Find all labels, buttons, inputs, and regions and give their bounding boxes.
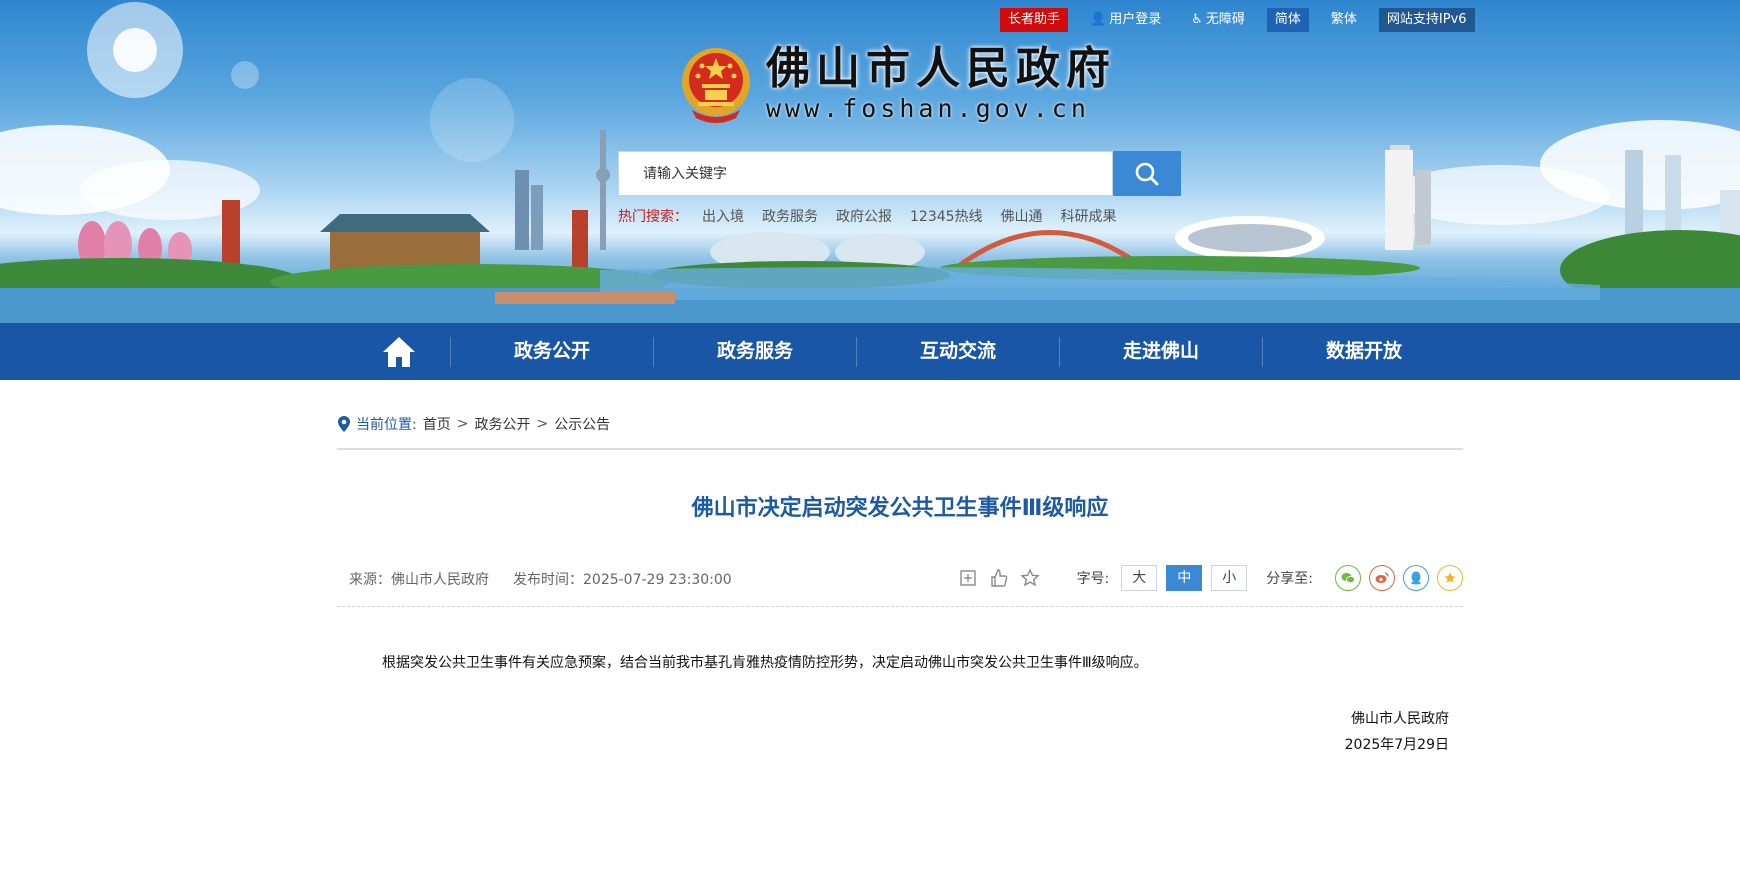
breadcrumb-divider xyxy=(337,448,1463,450)
share-label: 分享至: xyxy=(1266,571,1313,587)
header-banner: 长者助手 👤 用户登录 ♿ 无障碍 简体 繁体 网站支持IPv6 佛山市人民政府… xyxy=(0,0,1740,323)
nav-item-gov-affairs-open[interactable]: 政务公开 xyxy=(451,323,653,380)
font-size-large-button[interactable]: 大 xyxy=(1121,565,1158,591)
star-icon[interactable] xyxy=(1019,568,1040,588)
hot-search-label: 热门搜索： xyxy=(618,209,688,225)
hot-search-item[interactable]: 出入境 xyxy=(702,206,744,226)
hot-search-item[interactable]: 佛山通 xyxy=(1001,206,1043,226)
site-url: www.foshan.gov.cn xyxy=(766,94,1090,123)
utility-bar: 长者助手 👤 用户登录 ♿ 无障碍 简体 繁体 网站支持IPv6 xyxy=(1000,8,1475,32)
search-button[interactable] xyxy=(1113,151,1181,196)
breadcrumb-item-gov-affairs-open[interactable]: 政务公开 xyxy=(474,414,530,434)
article-title: 佛山市决定启动突发公共卫生事件Ⅲ级响应 xyxy=(691,496,1109,521)
article-source: 来源：佛山市人民政府 xyxy=(349,572,489,588)
article-body: 根据突发公共卫生事件有关应急预案，结合当前我市基孔肯雅热疫情防控形势，决定启动佛… xyxy=(382,655,1148,671)
ipv6-badge: 网站支持IPv6 xyxy=(1378,8,1475,32)
font-size-medium-button[interactable]: 中 xyxy=(1166,565,1203,591)
weibo-share-icon[interactable] xyxy=(1369,565,1395,591)
traditional-chinese-button[interactable]: 繁体 xyxy=(1323,8,1365,32)
article-publish-time: 发布时间：2025-07-29 23:30:00 xyxy=(513,572,732,588)
breadcrumb: 当前位置: 首页 > 政务公开 > 公示公告 xyxy=(338,414,610,434)
site-logo[interactable]: 佛山市人民政府 www.foshan.gov.cn xyxy=(678,44,1116,124)
qq-share-icon[interactable] xyxy=(1403,565,1429,591)
breadcrumb-item-home[interactable]: 首页 xyxy=(423,414,451,434)
simplified-label: 简体 xyxy=(1274,12,1301,27)
nav-item-interaction[interactable]: 互动交流 xyxy=(857,323,1059,380)
breadcrumb-label: 当前位置: xyxy=(356,417,417,433)
site-name: 佛山市人民政府 xyxy=(766,43,1116,94)
hot-search-item[interactable]: 政府公报 xyxy=(836,206,892,226)
search-input[interactable] xyxy=(618,151,1113,196)
home-icon xyxy=(383,336,415,367)
font-size-small-button[interactable]: 小 xyxy=(1211,565,1248,591)
nav-item-open-data[interactable]: 数据开放 xyxy=(1263,323,1465,380)
bookmark-icon[interactable] xyxy=(958,568,978,588)
search-icon xyxy=(1135,162,1159,185)
signature-org: 佛山市人民政府 xyxy=(1351,711,1449,727)
nav-item-about-foshan[interactable]: 走进佛山 xyxy=(1060,323,1262,380)
main-nav: 政务公开 政务服务 互动交流 走进佛山 数据开放 xyxy=(0,323,1740,380)
ipv6-label: 网站支持IPv6 xyxy=(1386,12,1467,27)
user-icon: 👤 xyxy=(1090,12,1107,27)
breadcrumb-separator: > xyxy=(456,416,469,432)
hot-search-item[interactable]: 政务服务 xyxy=(762,206,818,226)
traditional-label: 繁体 xyxy=(1330,12,1357,27)
elder-assistant-label: 长者助手 xyxy=(1008,12,1061,27)
elder-assistant-button[interactable]: 长者助手 xyxy=(1000,8,1069,32)
breadcrumb-item-announcements[interactable]: 公示公告 xyxy=(554,414,610,434)
nav-item-gov-services[interactable]: 政务服务 xyxy=(654,323,856,380)
signature-date: 2025年7月29日 xyxy=(1344,737,1449,753)
hot-search-item[interactable]: 科研成果 xyxy=(1061,206,1117,226)
wechat-share-icon[interactable] xyxy=(1335,565,1361,591)
accessibility-link[interactable]: ♿ 无障碍 xyxy=(1183,8,1253,32)
login-label: 用户登录 xyxy=(1109,12,1162,27)
breadcrumb-separator: > xyxy=(536,416,549,432)
favorite-share-icon[interactable] xyxy=(1437,565,1463,591)
national-emblem-icon xyxy=(682,48,750,123)
hot-search-list: 热门搜索： 出入境 政务服务 政府公报 12345热线 佛山通 科研成果 xyxy=(618,206,1117,226)
nav-home[interactable] xyxy=(348,323,450,380)
accessibility-label: 无障碍 xyxy=(1205,12,1245,27)
simplified-chinese-button[interactable]: 简体 xyxy=(1266,8,1309,32)
meta-divider xyxy=(337,606,1463,607)
location-pin-icon xyxy=(338,416,350,432)
search-box xyxy=(618,151,1181,196)
hot-search-item[interactable]: 12345热线 xyxy=(910,206,983,226)
login-link[interactable]: 👤 用户登录 xyxy=(1082,8,1169,32)
wheelchair-icon: ♿ xyxy=(1191,12,1203,27)
like-icon[interactable] xyxy=(989,568,1009,588)
font-size-label: 字号: xyxy=(1076,571,1110,587)
article-signature: 佛山市人民政府 2025年7月29日 xyxy=(1345,706,1449,758)
article-meta: 来源：佛山市人民政府 发布时间：2025-07-29 23:30:00 字号: … xyxy=(337,565,1463,591)
